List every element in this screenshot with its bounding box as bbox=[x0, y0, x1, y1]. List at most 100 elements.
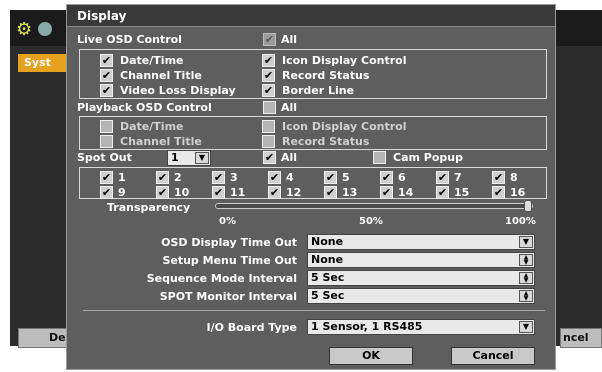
live-video-loss-checkbox[interactable]: ✔ bbox=[100, 84, 113, 97]
spot-monitor-interval-label: SPOT Monitor Interval bbox=[159, 290, 297, 303]
spot-channel-checkbox[interactable]: ✔ bbox=[100, 171, 113, 184]
playback-osd-label: Playback OSD Control bbox=[77, 101, 212, 114]
spot-channel-checkbox[interactable]: ✔ bbox=[380, 171, 393, 184]
io-board-type-select[interactable]: 1 Sensor, 1 RS485 ▼ bbox=[307, 319, 535, 335]
spot-channel-label: 9 bbox=[118, 186, 126, 199]
live-icon-display-checkbox[interactable]: ✔ bbox=[262, 54, 275, 67]
playback-datetime-checkbox[interactable] bbox=[100, 120, 113, 133]
setup-menu-timeout-spinner[interactable]: None ▲ ▼ bbox=[307, 252, 535, 268]
spot-out-select[interactable]: 1 ▼ bbox=[167, 150, 211, 166]
setup-menu-timeout-label: Setup Menu Time Out bbox=[162, 254, 297, 267]
playback-osd-group: Date/Time Icon Display Control Channel T… bbox=[79, 116, 547, 150]
spot-channel-checkbox[interactable]: ✔ bbox=[492, 186, 505, 199]
sequence-mode-interval-label: Sequence Mode Interval bbox=[146, 272, 297, 285]
playback-record-status-checkbox[interactable] bbox=[262, 135, 275, 148]
spot-out-all-label: All bbox=[281, 151, 298, 164]
spot-channel-label: 16 bbox=[510, 186, 526, 199]
sequence-mode-interval-spinner[interactable]: 5 Sec ▲ ▼ bbox=[307, 270, 535, 286]
spot-channel-label: 7 bbox=[454, 171, 462, 184]
io-board-type-value: 1 Sensor, 1 RS485 bbox=[311, 320, 423, 333]
cancel-button[interactable]: Cancel bbox=[451, 347, 535, 365]
live-datetime-label: Date/Time bbox=[120, 54, 184, 67]
spot-monitor-interval-value: 5 Sec bbox=[311, 289, 345, 302]
live-video-loss-label: Video Loss Display bbox=[120, 84, 236, 97]
playback-datetime-label: Date/Time bbox=[120, 120, 184, 133]
background-cancel-button[interactable]: ncel bbox=[560, 328, 602, 348]
live-record-status-label: Record Status bbox=[282, 69, 370, 82]
playback-osd-all-checkbox[interactable] bbox=[263, 101, 276, 114]
spot-channel-checkbox[interactable]: ✔ bbox=[324, 171, 337, 184]
spot-channel-label: 1 bbox=[118, 171, 126, 184]
osd-display-timeout-select[interactable]: None ▼ bbox=[307, 234, 535, 250]
spot-channel-checkbox[interactable]: ✔ bbox=[492, 171, 505, 184]
dialog-title: Display bbox=[67, 5, 555, 27]
live-osd-all-checkbox[interactable]: ✔ bbox=[263, 33, 276, 46]
live-border-line-label: Border Line bbox=[282, 84, 355, 97]
spinner-arrows-icon[interactable]: ▲ ▼ bbox=[519, 272, 533, 284]
spot-channel-checkbox[interactable]: ✔ bbox=[100, 186, 113, 199]
spinner-arrows-icon[interactable]: ▲ ▼ bbox=[519, 254, 533, 266]
setup-menu-timeout-value: None bbox=[311, 253, 344, 266]
spot-channel-label: 3 bbox=[230, 171, 238, 184]
spot-channel-label: 6 bbox=[398, 171, 406, 184]
spot-channel-checkbox[interactable]: ✔ bbox=[268, 171, 281, 184]
live-channel-title-checkbox[interactable]: ✔ bbox=[100, 69, 113, 82]
spot-out-label: Spot Out bbox=[77, 151, 132, 164]
playback-icon-display-checkbox[interactable] bbox=[262, 120, 275, 133]
live-datetime-checkbox[interactable]: ✔ bbox=[100, 54, 113, 67]
spot-channel-label: 11 bbox=[230, 186, 246, 199]
live-border-line-checkbox[interactable]: ✔ bbox=[262, 84, 275, 97]
spot-out-value: 1 bbox=[171, 151, 179, 164]
live-osd-all-label: All bbox=[281, 33, 298, 46]
osd-display-timeout-value: None bbox=[311, 235, 344, 248]
spot-channel-label: 13 bbox=[342, 186, 358, 199]
playback-channel-title-checkbox[interactable] bbox=[100, 135, 113, 148]
chevron-down-icon: ▼ bbox=[195, 152, 209, 164]
spot-channel-checkbox[interactable]: ✔ bbox=[324, 186, 337, 199]
cam-popup-checkbox[interactable] bbox=[373, 151, 386, 164]
spot-channel-label: 2 bbox=[174, 171, 182, 184]
transparency-min-label: 0% bbox=[219, 216, 236, 227]
chevron-down-icon: ▼ bbox=[519, 236, 533, 248]
live-osd-group: ✔ Date/Time ✔ Icon Display Control ✔ Cha… bbox=[79, 49, 547, 99]
live-osd-label: Live OSD Control bbox=[77, 33, 182, 46]
spot-channel-checkbox[interactable]: ✔ bbox=[212, 171, 225, 184]
spot-monitor-interval-spinner[interactable]: 5 Sec ▲ ▼ bbox=[307, 288, 535, 304]
display-dialog: Display Live OSD Control ✔ All ✔ Date/Ti… bbox=[66, 4, 556, 370]
spot-channel-checkbox[interactable]: ✔ bbox=[212, 186, 225, 199]
io-board-type-label: I/O Board Type bbox=[206, 321, 298, 334]
spot-channel-label: 14 bbox=[398, 186, 414, 199]
sequence-mode-interval-value: 5 Sec bbox=[311, 271, 345, 284]
playback-osd-all-label: All bbox=[281, 101, 298, 114]
spot-channel-label: 15 bbox=[454, 186, 470, 199]
ok-button[interactable]: OK bbox=[329, 347, 413, 365]
spinner-arrows-icon[interactable]: ▲ ▼ bbox=[519, 290, 533, 302]
spot-channel-checkbox[interactable]: ✔ bbox=[436, 186, 449, 199]
spot-channel-checkbox[interactable]: ✔ bbox=[436, 171, 449, 184]
transparency-max-label: 100% bbox=[505, 216, 536, 227]
spot-channel-label: 10 bbox=[174, 186, 190, 199]
playback-record-status-label: Record Status bbox=[282, 135, 370, 148]
playback-icon-display-label: Icon Display Control bbox=[282, 120, 407, 133]
tab-system[interactable]: Syst bbox=[18, 54, 70, 72]
playback-channel-title-label: Channel Title bbox=[120, 135, 202, 148]
spot-channel-label: 4 bbox=[286, 171, 294, 184]
cam-popup-label: Cam Popup bbox=[393, 151, 463, 164]
spot-channel-checkbox[interactable]: ✔ bbox=[156, 186, 169, 199]
live-icon-display-label: Icon Display Control bbox=[282, 54, 407, 67]
spot-channel-checkbox[interactable]: ✔ bbox=[268, 186, 281, 199]
divider bbox=[83, 310, 545, 311]
spot-out-all-checkbox[interactable]: ✔ bbox=[263, 151, 276, 164]
spot-channel-checkbox[interactable]: ✔ bbox=[156, 171, 169, 184]
transparency-slider-handle[interactable] bbox=[524, 200, 532, 212]
spot-channel-label: 8 bbox=[510, 171, 518, 184]
transparency-slider[interactable] bbox=[215, 200, 533, 212]
spot-channel-checkbox[interactable]: ✔ bbox=[380, 186, 393, 199]
transparency-label: Transparency bbox=[107, 201, 191, 214]
spot-channel-label: 12 bbox=[286, 186, 302, 199]
camera-icon bbox=[38, 22, 52, 36]
live-record-status-checkbox[interactable]: ✔ bbox=[262, 69, 275, 82]
transparency-mid-label: 50% bbox=[359, 216, 383, 227]
gear-icon: ⚙ bbox=[16, 19, 33, 40]
live-channel-title-label: Channel Title bbox=[120, 69, 202, 82]
